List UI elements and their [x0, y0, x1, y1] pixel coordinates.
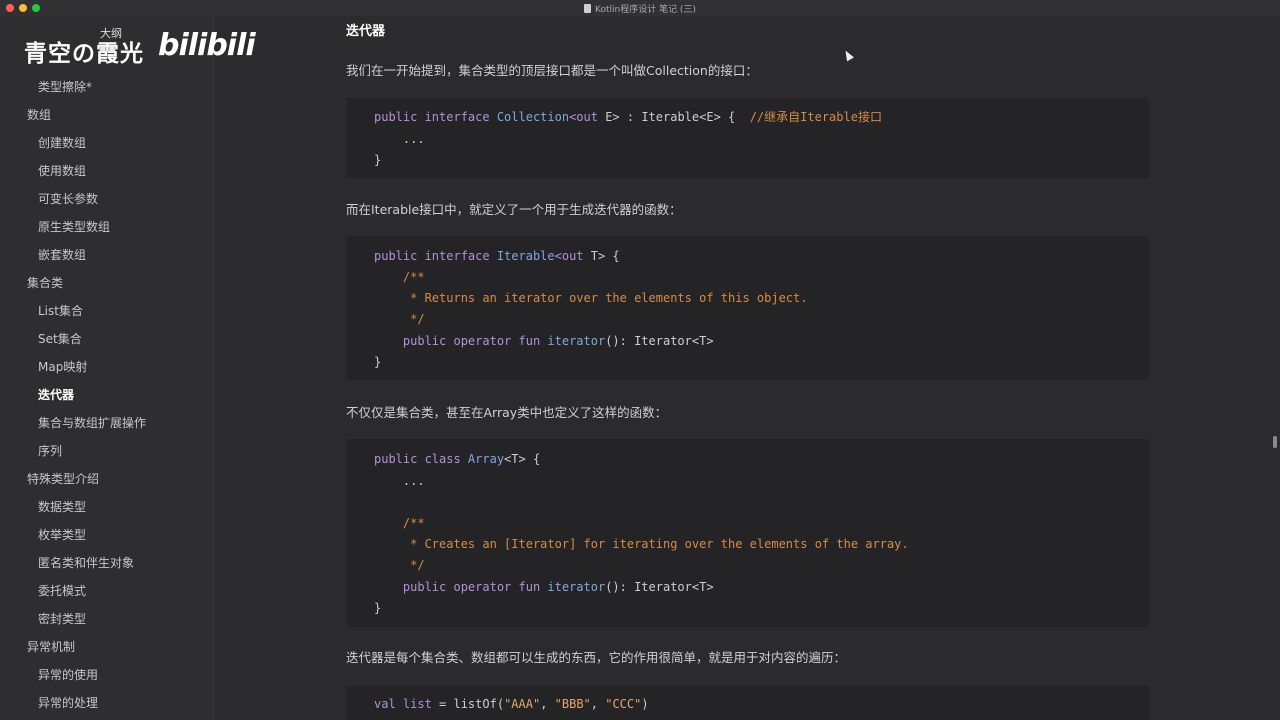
- sidebar-item[interactable]: 数据类型: [38, 499, 86, 515]
- window-title: Kotlin程序设计 笔记 (三): [0, 2, 1280, 15]
- sidebar-item[interactable]: Set集合: [38, 331, 82, 347]
- document-content: 迭代器 我们在一开始提到，集合类型的顶层接口都是一个叫做Collection的接…: [214, 16, 1280, 720]
- code-comment: /**: [374, 270, 425, 284]
- title-bar: Kotlin程序设计 笔记 (三): [0, 0, 1280, 16]
- code-line: public class Array<T> {: [374, 452, 541, 466]
- sidebar-item[interactable]: 异常机制: [27, 639, 75, 655]
- code-line: public operator fun iterator(): Iterator…: [374, 334, 714, 348]
- document-icon: [584, 4, 592, 13]
- sidebar-item[interactable]: 原生类型数组: [38, 219, 110, 235]
- sidebar-item[interactable]: 枚举类型: [38, 527, 86, 543]
- sidebar-item[interactable]: 集合与数组扩展操作: [38, 415, 146, 431]
- watermark-small: 大纲: [100, 27, 122, 40]
- sidebar-item[interactable]: 创建数组: [38, 135, 86, 151]
- paragraph-4: 迭代器是每个集合类、数组都可以生成的东西，它的作用很简单，就是用于对内容的遍历：: [346, 650, 847, 665]
- sidebar-item[interactable]: 匿名类和伴生对象: [38, 555, 134, 571]
- sidebar-item[interactable]: 类型擦除*: [38, 79, 92, 95]
- section-heading: 迭代器: [346, 24, 386, 39]
- paragraph-1: 我们在一开始提到，集合类型的顶层接口都是一个叫做Collection的接口：: [346, 63, 758, 78]
- sidebar-item[interactable]: 使用数组: [38, 163, 86, 179]
- sidebar-item[interactable]: 异常的处理: [38, 695, 98, 711]
- code-comment: * Returns an iterator over the elements …: [374, 291, 808, 305]
- code-line: ...: [374, 474, 425, 488]
- content-scrollbar[interactable]: [1273, 436, 1277, 448]
- paragraph-2: 而在Iterable接口中，就定义了一个用于生成迭代器的函数：: [346, 202, 682, 217]
- sidebar-item[interactable]: 委托模式: [38, 583, 86, 599]
- code-comment: * Creates an [Iterator] for iterating ov…: [374, 537, 909, 551]
- watermark-name: 青空の霞光: [24, 41, 144, 67]
- code-comment: /**: [374, 516, 425, 530]
- code-line: }: [374, 153, 382, 167]
- code-block-3[interactable]: public class Array<T> { ... /** * Create…: [346, 439, 1149, 627]
- code-comment: */: [374, 558, 425, 572]
- code-block-1[interactable]: public interface Collection<out E> : Ite…: [346, 98, 1149, 178]
- code-line: }: [374, 601, 382, 615]
- code-comment: */: [374, 312, 425, 326]
- code-line: public interface Iterable<out T> {: [374, 249, 620, 263]
- bilibili-logo: bilibili: [158, 28, 256, 63]
- code-line: ...: [374, 132, 425, 146]
- code-line: val list = listOf("AAA", "BBB", "CCC"): [374, 697, 649, 711]
- sidebar-item[interactable]: 迭代器: [38, 387, 74, 403]
- sidebar-item[interactable]: 集合类: [27, 275, 63, 291]
- paragraph-3: 不仅仅是集合类，甚至在Array类中也定义了这样的函数：: [346, 405, 668, 420]
- code-block-2[interactable]: public interface Iterable<out T> { /** *…: [346, 236, 1149, 380]
- code-line: }: [374, 355, 382, 369]
- sidebar-item[interactable]: 特殊类型介绍: [27, 471, 99, 487]
- window-title-text: Kotlin程序设计 笔记 (三): [595, 5, 696, 15]
- sidebar-item[interactable]: 数组: [27, 107, 51, 123]
- code-line: public operator fun iterator(): Iterator…: [374, 580, 714, 594]
- sidebar-item[interactable]: 异常的使用: [38, 667, 98, 683]
- sidebar-item[interactable]: Map映射: [38, 359, 87, 375]
- code-line: public interface Collection<out E> : Ite…: [374, 110, 882, 124]
- sidebar-item[interactable]: 可变长参数: [38, 191, 98, 207]
- code-block-4[interactable]: val list = listOf("AAA", "BBB", "CCC"): [346, 686, 1149, 720]
- sidebar-item[interactable]: 嵌套数组: [38, 247, 86, 263]
- sidebar-item[interactable]: 密封类型: [38, 611, 86, 627]
- sidebar-item[interactable]: List集合: [38, 303, 83, 319]
- sidebar-item[interactable]: 序列: [38, 443, 62, 459]
